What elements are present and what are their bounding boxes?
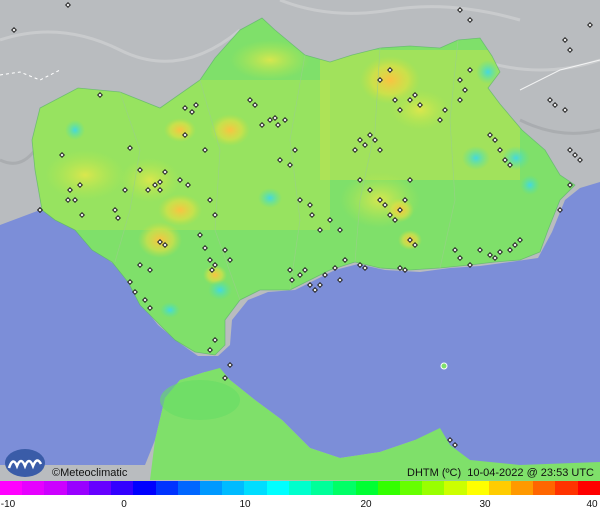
scale-swatch <box>244 481 267 495</box>
africa-shade <box>160 380 240 420</box>
scale-swatch <box>133 481 156 495</box>
scale-swatch <box>577 481 600 495</box>
scale-swatch <box>511 481 534 495</box>
scale-swatch <box>533 481 556 495</box>
timestamp-label: 10-04-2022 @ 23:53 UTC <box>467 467 594 479</box>
temperature-color-scale <box>0 481 600 495</box>
scale-swatch <box>488 481 512 495</box>
scale-swatch <box>44 481 67 495</box>
scale-swatch <box>399 481 423 495</box>
scale-swatch <box>555 481 578 495</box>
scale-swatch <box>88 481 112 495</box>
scale-swatch <box>355 481 378 495</box>
scale-swatch <box>155 481 178 495</box>
scale-swatch <box>288 481 312 495</box>
scale-tick-label: 10 <box>239 499 251 510</box>
scale-swatch <box>66 481 89 495</box>
island-marker <box>440 362 448 370</box>
map-view[interactable] <box>0 0 600 481</box>
copyright-label: ©Meteoclimatic <box>52 467 128 479</box>
scale-swatch <box>199 481 223 495</box>
scale-tick-label: 0 <box>121 499 127 510</box>
scale-tick-label: 40 <box>586 499 598 510</box>
scale-swatch <box>466 481 489 495</box>
scale-swatch <box>333 481 356 495</box>
scale-swatch <box>422 481 445 495</box>
scale-tick-label: -10 <box>0 499 16 510</box>
scale-swatch <box>111 481 134 495</box>
scale-swatch <box>22 481 45 495</box>
scale-swatch <box>311 481 334 495</box>
scale-swatch <box>377 481 400 495</box>
scale-tick-label: 20 <box>360 499 372 510</box>
map-caption: DHTM (ºC) 10-04-2022 @ 23:53 UTC <box>407 467 594 479</box>
scale-tick-label: 30 <box>479 499 491 510</box>
scale-swatch <box>266 481 289 495</box>
scale-swatch <box>444 481 467 495</box>
scale-swatch <box>222 481 245 495</box>
meteoclimatic-logo-icon <box>3 448 47 478</box>
variable-label: DHTM (ºC) <box>407 467 462 479</box>
scale-swatch <box>177 481 200 495</box>
scale-swatch <box>0 481 23 495</box>
